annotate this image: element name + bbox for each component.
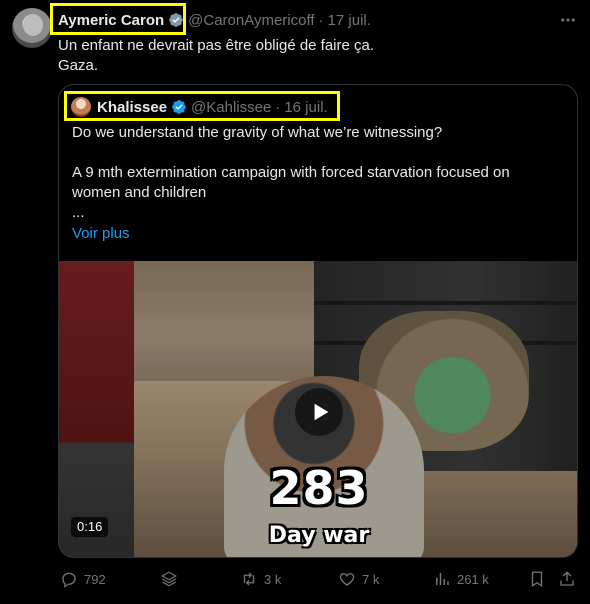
- tweet-header: Aymeric Caron @CaronAymericoff · 17 juil…: [58, 9, 371, 31]
- bookmark-button[interactable]: [528, 570, 546, 588]
- quote-text-ellipsis: ...: [72, 204, 85, 221]
- tweet-text: Un enfant ne devrait pas être obligé de …: [58, 36, 374, 76]
- video-overlay-caption: Day war: [268, 523, 370, 548]
- action-bar: 792 3 k 7 k 261 k: [58, 570, 578, 590]
- share-button[interactable]: [558, 570, 576, 588]
- quote-header: Khalissee @Kahlissee · 16 juil.: [71, 97, 328, 117]
- quoted-tweet[interactable]: Khalissee @Kahlissee · 16 juil. Do we un…: [58, 84, 578, 558]
- author-avatar[interactable]: [12, 8, 52, 48]
- share-layers-button[interactable]: [160, 570, 178, 588]
- like-count: 7 k: [362, 571, 380, 587]
- more-options-icon[interactable]: [558, 10, 578, 30]
- heart-icon: [339, 573, 355, 586]
- tweet-text-line: Gaza.: [58, 57, 99, 74]
- quote-author-name[interactable]: Khalissee: [97, 99, 167, 116]
- video-overlay-number: 283: [269, 461, 369, 515]
- verified-badge-icon: [171, 99, 187, 115]
- quote-avatar[interactable]: [71, 97, 91, 117]
- author-name[interactable]: Aymeric Caron: [58, 12, 164, 29]
- tweet[interactable]: Aymeric Caron @CaronAymericoff · 17 juil…: [0, 0, 590, 604]
- share-icon: [560, 571, 574, 586]
- view-count: 261 k: [457, 571, 489, 587]
- show-more-link[interactable]: Voir plus: [72, 225, 130, 242]
- quote-author-handle[interactable]: @Kahlissee: [191, 99, 271, 116]
- retweet-icon: [243, 572, 255, 586]
- verified-badge-icon: [168, 12, 184, 28]
- reply-button[interactable]: 792: [60, 570, 106, 588]
- tweet-date[interactable]: 17 juil.: [328, 12, 371, 29]
- retweet-button[interactable]: 3 k: [240, 570, 281, 588]
- views-icon: [436, 573, 449, 585]
- quote-text-line: A 9 mth extermination campaign with forc…: [72, 164, 510, 181]
- like-button[interactable]: 7 k: [338, 570, 379, 588]
- layers-icon: [161, 571, 177, 587]
- video-duration: 0:16: [71, 517, 109, 537]
- separator-dot: ·: [275, 98, 281, 116]
- play-icon: [314, 403, 328, 421]
- retweet-count: 3 k: [264, 571, 282, 587]
- author-handle[interactable]: @CaronAymericoff: [188, 12, 314, 29]
- quote-text-line: Do we understand the gravity of what we’…: [72, 124, 443, 141]
- tweet-text-line: Un enfant ne devrait pas être obligé de …: [58, 37, 375, 54]
- reply-icon: [62, 572, 76, 588]
- quote-text: Do we understand the gravity of what we’…: [72, 123, 567, 223]
- reply-count: 792: [84, 571, 106, 587]
- play-button[interactable]: [295, 388, 343, 436]
- views-button[interactable]: 261 k: [433, 570, 489, 588]
- quote-date[interactable]: 16 juil.: [284, 99, 327, 116]
- bookmark-icon: [531, 571, 543, 588]
- separator-dot: ·: [318, 11, 324, 29]
- quote-text-line: women and children: [72, 184, 207, 201]
- video-player[interactable]: 283 Day war 0:16: [59, 261, 577, 557]
